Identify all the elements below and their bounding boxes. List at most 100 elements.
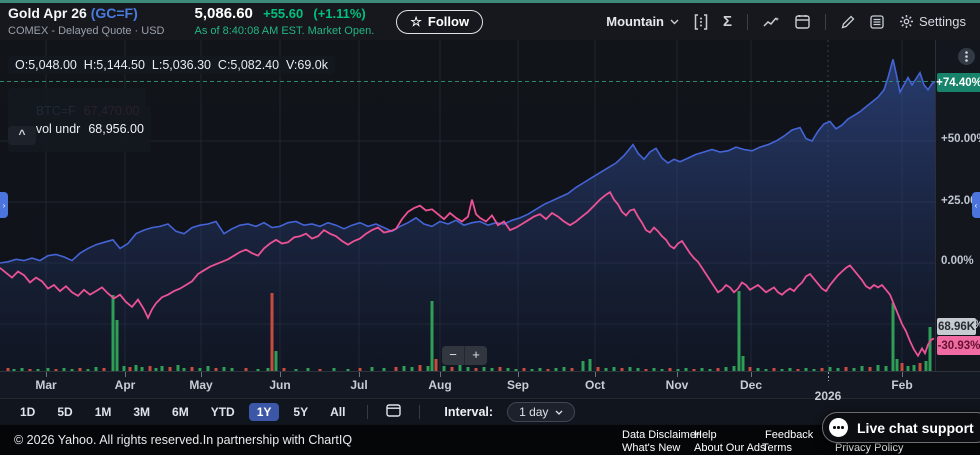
comparison-value-badge: -30.93% bbox=[937, 336, 980, 355]
x-axis-label-sep: Sep bbox=[506, 378, 530, 392]
chart-type-dropdown[interactable]: Mountain bbox=[606, 14, 679, 29]
chart-header: Gold Apr 26 (GC=F) COMEX - Delayed Quote… bbox=[0, 3, 980, 41]
x-axis-label-aug: Aug bbox=[428, 378, 452, 392]
instrument-title: Gold Apr 26 (GC=F) bbox=[8, 6, 165, 21]
selection-brackets-icon[interactable] bbox=[694, 13, 708, 30]
x-axis-label-feb: Feb bbox=[891, 378, 913, 392]
volume-bar bbox=[891, 303, 895, 371]
volume-bar bbox=[895, 359, 899, 371]
x-axis-tick bbox=[751, 372, 752, 377]
price-row: 5,086.60 +55.60 (+1.11%) bbox=[195, 5, 375, 23]
price-change: +55.60 bbox=[263, 5, 304, 21]
x-axis-tick bbox=[595, 372, 596, 377]
volume-bar bbox=[737, 291, 741, 371]
expand-right-panel-tab[interactable]: ‹ bbox=[972, 192, 980, 218]
footer-link-feedback[interactable]: Feedback bbox=[765, 429, 813, 441]
range-button-1m[interactable]: 1M bbox=[87, 403, 120, 421]
draw-pencil-icon[interactable] bbox=[841, 15, 855, 29]
range-button-5y[interactable]: 5Y bbox=[285, 403, 316, 421]
interval-value: 1 day bbox=[519, 405, 549, 419]
volume-bar bbox=[918, 363, 922, 371]
volume-bar bbox=[741, 356, 745, 371]
price-block: 5,086.60 +55.60 (+1.11%) As of 8:40:08 A… bbox=[195, 5, 375, 38]
x-axis-label-may: May bbox=[189, 378, 213, 392]
range-button-1d[interactable]: 1D bbox=[12, 403, 43, 421]
interval-label: Interval: bbox=[444, 405, 494, 419]
finance-chart-app: Gold Apr 26 (GC=F) COMEX - Delayed Quote… bbox=[0, 0, 980, 455]
footer-link-privacy-policy[interactable]: Privacy Policy bbox=[835, 442, 903, 454]
x-axis-label-mar: Mar bbox=[35, 378, 57, 392]
x-axis-tick bbox=[201, 372, 202, 377]
volume-value-badge: 68.96K bbox=[937, 318, 976, 335]
x-axis-tick bbox=[518, 372, 519, 377]
x-axis-tick bbox=[359, 372, 360, 377]
range-button-1y[interactable]: 1Y bbox=[248, 403, 280, 421]
x-axis-tick bbox=[677, 372, 678, 377]
x-axis-tick bbox=[125, 372, 126, 377]
zoom-controls: − + bbox=[442, 346, 487, 365]
footer-link-help[interactable]: Help bbox=[694, 429, 717, 441]
range-button-ytd[interactable]: YTD bbox=[203, 403, 243, 421]
range-button-6m[interactable]: 6M bbox=[164, 403, 197, 421]
y-axis-label: 0.00% bbox=[941, 255, 974, 267]
range-button-5d[interactable]: 5D bbox=[49, 403, 80, 421]
chevron-down-icon bbox=[670, 19, 679, 24]
calendar-icon[interactable] bbox=[795, 14, 810, 29]
chart-region: O:5,048.00 H:5,144.50 L:5,036.30 C:5,082… bbox=[0, 40, 980, 371]
volume-bar bbox=[111, 295, 115, 371]
volume-bar bbox=[928, 327, 932, 371]
volume-label: vol undr bbox=[35, 122, 81, 136]
x-axis-year-label: 2026 bbox=[814, 389, 842, 403]
toolbar-divider bbox=[825, 13, 827, 30]
instrument-symbol[interactable]: (GC=F) bbox=[91, 5, 138, 21]
expand-left-panel-tab[interactable]: › bbox=[0, 192, 8, 218]
zoom-in-button[interactable]: + bbox=[465, 346, 487, 365]
interval-dropdown[interactable]: 1 day bbox=[507, 402, 576, 422]
follow-button[interactable]: ☆ Follow bbox=[396, 9, 484, 34]
instrument-name: Gold Apr 26 bbox=[8, 5, 87, 22]
custom-date-range-button[interactable] bbox=[382, 404, 405, 420]
gear-icon bbox=[900, 15, 914, 28]
footer-link-about-our-ads[interactable]: About Our Ads bbox=[694, 442, 766, 454]
events-icon[interactable] bbox=[763, 15, 780, 29]
volume-value: 68,956.00 bbox=[88, 122, 144, 136]
price-change-pct: (+1.11%) bbox=[313, 5, 366, 21]
volume-bar bbox=[274, 351, 278, 371]
x-axis-label-dec: Dec bbox=[739, 378, 763, 392]
range-buttons: 1D 5D 1M 3M 6M YTD 1Y 5Y All bbox=[12, 403, 353, 421]
indicators-sigma-icon[interactable]: Σ bbox=[723, 13, 732, 30]
footer-link-terms[interactable]: Terms bbox=[762, 442, 792, 454]
live-chat-button[interactable]: Live chat support bbox=[822, 412, 980, 443]
x-axis-label-apr: Apr bbox=[114, 378, 136, 392]
range-button-all[interactable]: All bbox=[322, 403, 353, 421]
volume-bar bbox=[430, 301, 434, 371]
x-axis-label-jun: Jun bbox=[269, 378, 291, 392]
zoom-out-button[interactable]: − bbox=[442, 346, 465, 365]
x-axis-tick bbox=[902, 372, 903, 377]
chat-bubble-icon bbox=[829, 418, 848, 437]
x-axis-label-jul: Jul bbox=[350, 378, 368, 392]
x-axis-label-nov: Nov bbox=[665, 378, 689, 392]
collapse-panel-caret[interactable]: ^ bbox=[8, 126, 36, 145]
toolbar-divider bbox=[419, 405, 421, 419]
volume-bar bbox=[900, 363, 904, 371]
y-axis-label: +50.00% bbox=[941, 133, 980, 145]
instrument-title-block: Gold Apr 26 (GC=F) COMEX - Delayed Quote… bbox=[8, 6, 165, 37]
current-value-badge: +74.40% bbox=[936, 73, 980, 92]
axis-kebab-menu[interactable] bbox=[958, 48, 975, 65]
volume-bar bbox=[581, 361, 585, 371]
date-range-icon bbox=[386, 404, 402, 417]
volume-bar bbox=[115, 320, 119, 371]
volume-bar bbox=[270, 293, 274, 371]
range-button-3m[interactable]: 3M bbox=[125, 403, 158, 421]
settings-button[interactable]: Settings bbox=[899, 14, 966, 29]
footer-link-data-disclaimer[interactable]: Data Disclaimer bbox=[622, 429, 700, 441]
toolbar-divider bbox=[367, 405, 369, 419]
volume-bar bbox=[924, 361, 928, 371]
chart-toolbar-icons: Mountain Σ Settings bbox=[606, 13, 966, 30]
footer-link-what-s-new[interactable]: What's New bbox=[622, 442, 680, 454]
x-axis[interactable]: Mar Apr May Jun Jul Aug Sep Oct Nov Dec Feb 2026 bbox=[0, 371, 980, 403]
copyright-text: © 2026 Yahoo. All rights reserved.In par… bbox=[14, 433, 353, 447]
volume-bar bbox=[434, 359, 438, 371]
quote-list-icon[interactable] bbox=[870, 14, 884, 29]
